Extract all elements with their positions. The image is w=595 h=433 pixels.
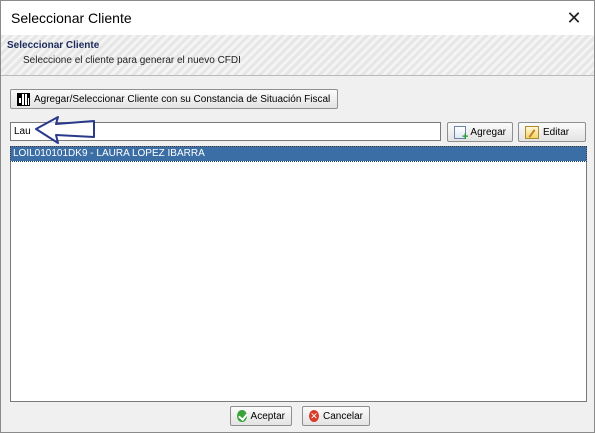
close-button[interactable]: ✕ [554,1,594,35]
header-banner: Seleccionar Cliente Seleccione el client… [1,35,594,76]
edit-client-button[interactable]: Editar [518,122,586,142]
add-from-tax-certificate-button[interactable]: Agregar/Seleccionar Cliente con su Const… [10,89,338,109]
cancel-icon: ✕ [309,410,319,422]
select-client-dialog: Seleccionar Cliente ✕ Seleccionar Client… [0,0,595,433]
edit-client-label: Editar [543,126,570,138]
add-client-button[interactable]: Agregar [447,122,513,143]
accept-label: Aceptar [250,410,285,422]
qr-code-icon [17,92,30,106]
check-icon [237,410,247,422]
add-client-label: Agregar [470,126,506,138]
accept-button[interactable]: Aceptar [230,406,292,426]
cancel-label: Cancelar [322,410,363,422]
banner-title: Seleccionar Cliente [7,40,100,51]
client-list[interactable]: LOIL010101DK9 - LAURA LOPEZ IBARRA [10,146,587,402]
list-item[interactable]: LOIL010101DK9 - LAURA LOPEZ IBARRA [10,146,587,162]
add-client-icon [454,125,469,143]
window-title: Seleccionar Cliente [11,10,132,26]
cancel-button[interactable]: ✕ Cancelar [302,406,370,426]
title-bar: Seleccionar Cliente ✕ [1,1,594,35]
client-item-label: LOIL010101DK9 - LAURA LOPEZ IBARRA [13,148,205,159]
banner-subtitle: Seleccione el cliente para generar el nu… [23,55,241,66]
add-from-tax-certificate-label: Agregar/Seleccionar Cliente con su Const… [34,93,331,105]
edit-client-icon [525,125,539,139]
